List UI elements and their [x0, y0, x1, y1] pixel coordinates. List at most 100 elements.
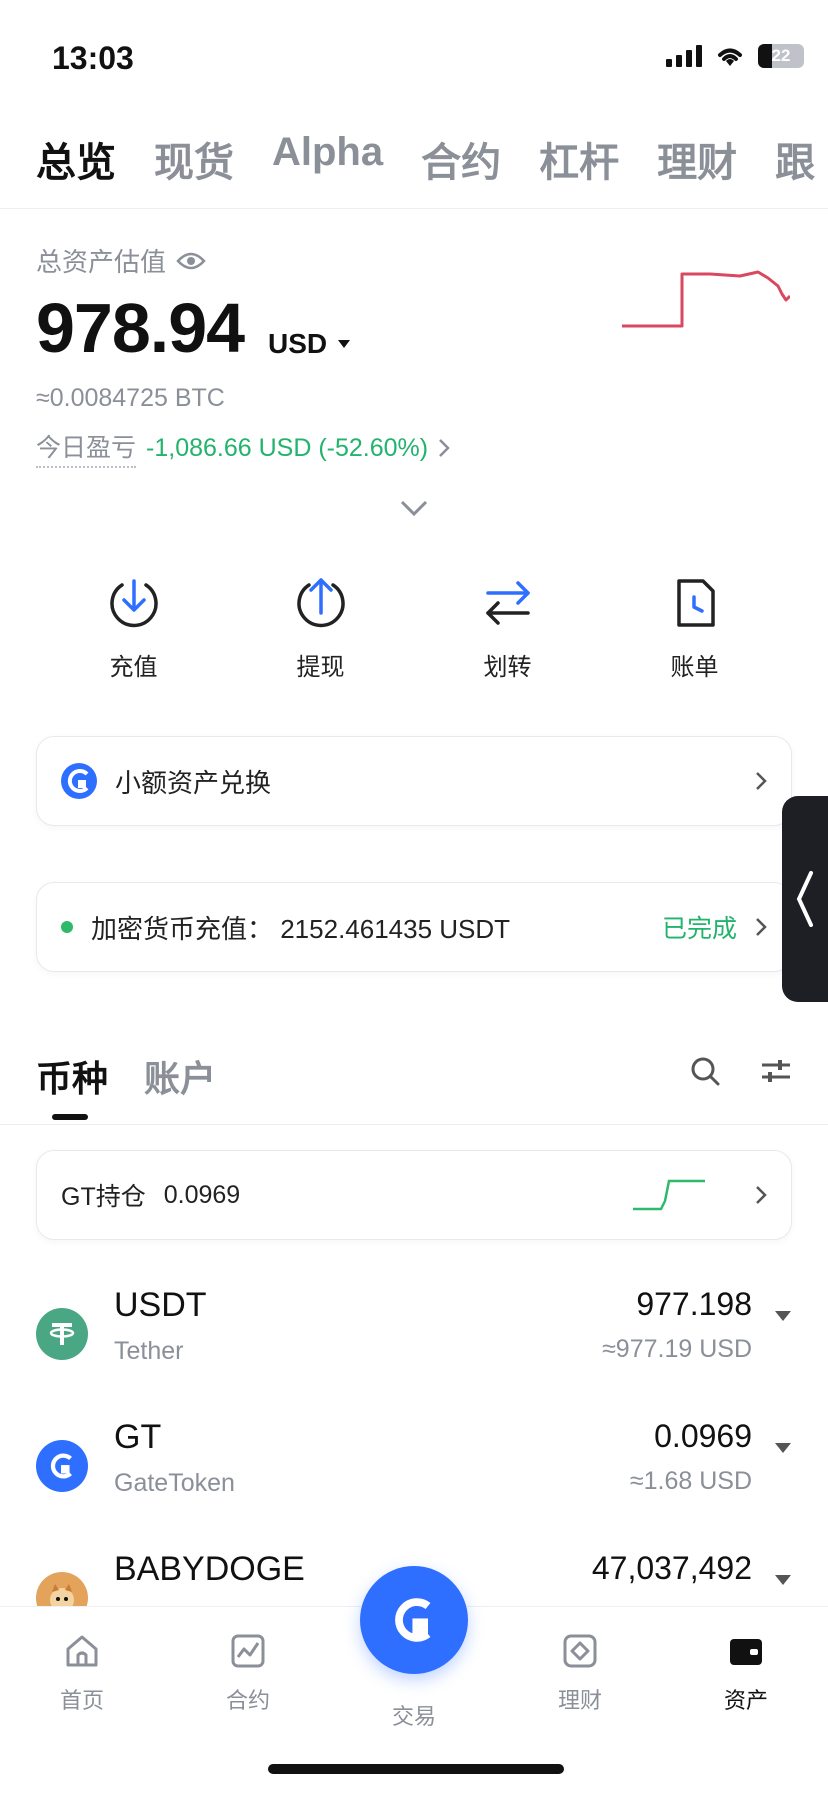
coin-name: GateToken [114, 1469, 235, 1497]
gate-logo-icon [61, 763, 97, 799]
upload-circle-icon [296, 578, 345, 628]
top-tabs: 总览 现货 Alpha 合约 杠杆 理财 跟 [0, 130, 828, 210]
transfer-label: 划转 [483, 654, 532, 681]
divider [0, 1124, 828, 1125]
currency-selector[interactable]: USD [268, 328, 351, 360]
section-tools [690, 1056, 792, 1086]
asset-title-label: 总资产估值 [36, 247, 167, 277]
battery-level: 22 [771, 46, 791, 65]
coin-symbol: USDT [114, 1286, 207, 1324]
asset-trend-sparkline [622, 270, 790, 328]
tab-spot[interactable]: 现货 [154, 130, 234, 210]
gt-holding-sparkline [633, 1179, 705, 1211]
bill-label: 账单 [670, 654, 719, 681]
coin-usd-value: ≈977.19 USD [602, 1335, 752, 1363]
coin-name: Tether [114, 1337, 184, 1365]
home-icon [66, 1635, 98, 1667]
chevron-right-icon [756, 918, 767, 936]
transfer-arrows-icon [485, 581, 530, 625]
gt-holding-card[interactable]: GT持仓 0.0969 [36, 1150, 792, 1240]
deposit-button[interactable]: 充值 [64, 575, 204, 682]
search-icon[interactable] [690, 1056, 720, 1086]
tab-coins[interactable]: 币种 [36, 1050, 108, 1102]
quick-actions: 充值 提现 划转 账单 [0, 575, 828, 682]
asset-value: 978.94 [36, 289, 245, 367]
chevron-right-icon [756, 772, 767, 790]
caret-down-icon[interactable] [774, 1574, 792, 1586]
transfer-button[interactable]: 划转 [438, 575, 578, 682]
tab-futures[interactable]: 合约 [421, 130, 501, 210]
coin-amount: 0.0969 [654, 1418, 752, 1454]
tab-margin[interactable]: 杠杆 [539, 130, 619, 210]
gt-holding-value: 0.0969 [163, 1180, 241, 1209]
tab-earn-nav[interactable]: 理财 [525, 1631, 635, 1715]
earn-icon [563, 1634, 597, 1668]
gate-logo-icon [395, 1598, 431, 1642]
tab-earn[interactable]: 理财 [657, 130, 737, 210]
caret-down-icon [338, 340, 351, 348]
tab-copy[interactable]: 跟 [775, 130, 815, 210]
bill-button[interactable]: 账单 [625, 575, 765, 682]
tab-overview[interactable]: 总览 [36, 130, 116, 210]
tab-assets[interactable]: 资产 [691, 1631, 801, 1715]
home-indicator [268, 1764, 564, 1774]
side-drawer-handle[interactable] [782, 796, 828, 1002]
wallet-icon [730, 1639, 762, 1665]
pnl-label: 今日盈亏 [36, 428, 137, 468]
tether-icon [36, 1308, 88, 1360]
wifi-icon [718, 48, 742, 66]
pnl-value: -1,086.66 USD (-52.60%) [146, 433, 429, 462]
coin-usd-value: ≈1.68 USD [629, 1467, 752, 1495]
deposit-label: 充值 [109, 654, 158, 681]
coin-amount: 977.198 [636, 1286, 752, 1322]
chevron-right-icon [439, 439, 450, 457]
gatetoken-icon [36, 1440, 88, 1492]
coin-amount: 47,037,492 [591, 1550, 752, 1586]
coin-symbol: BABYDOGE [114, 1550, 305, 1588]
status-icons: 22 [666, 44, 804, 68]
eye-icon[interactable] [176, 251, 206, 271]
withdraw-button[interactable]: 提现 [251, 575, 391, 682]
status-time: 13:03 [52, 40, 134, 76]
battery-icon: 22 [758, 44, 804, 68]
gt-holding-label: GT持仓 [61, 1183, 146, 1211]
small-asset-convert-card[interactable]: 小额资产兑换 [36, 736, 792, 826]
trade-button[interactable] [360, 1566, 468, 1674]
deposit-completed-badge: 已完成 [661, 915, 737, 943]
expand-chevron-icon[interactable] [400, 500, 428, 516]
signal-icon [666, 45, 702, 67]
bill-clock-icon [676, 579, 715, 627]
tab-home-label: 首页 [59, 1688, 104, 1713]
download-circle-icon [109, 579, 158, 628]
tab-alpha[interactable]: Alpha [272, 130, 383, 210]
coin-row-usdt[interactable]: USDT Tether 977.198 ≈977.19 USD [36, 1286, 792, 1396]
tab-futures-label: 合约 [225, 1688, 270, 1713]
tab-earn-label: 理财 [557, 1688, 602, 1713]
asset-title: 总资产估值 [36, 242, 206, 279]
caret-down-icon[interactable] [774, 1310, 792, 1322]
chart-box-icon [231, 1634, 265, 1668]
caret-down-icon[interactable] [774, 1442, 792, 1454]
divider [0, 208, 828, 209]
tab-accounts[interactable]: 账户 [144, 1050, 216, 1102]
filter-sliders-icon[interactable] [760, 1056, 792, 1086]
coin-row-gt[interactable]: GT GateToken 0.0969 ≈1.68 USD [36, 1418, 792, 1528]
asset-btc: ≈0.0084725 BTC [36, 384, 225, 412]
active-tab-indicator [52, 1114, 88, 1120]
currency-label: USD [268, 328, 328, 359]
chevron-left-icon [796, 871, 813, 927]
tab-futures-nav[interactable]: 合约 [193, 1631, 303, 1715]
tab-trade[interactable]: 交易 [359, 1699, 469, 1731]
deposit-status-text: 加密货币充值： 2152.461435 USDT [91, 913, 511, 944]
section-tabs: 币种 账户 [36, 1050, 216, 1102]
coin-symbol: GT [114, 1418, 162, 1456]
tab-assets-label: 资产 [723, 1688, 768, 1713]
withdraw-label: 提现 [296, 654, 345, 681]
pnl-row[interactable]: 今日盈亏 -1,086.66 USD (-52.60%) [36, 428, 450, 468]
chevron-right-icon [756, 1186, 767, 1204]
tab-home[interactable]: 首页 [27, 1631, 137, 1715]
deposit-status-card[interactable]: 加密货币充值： 2152.461435 USDT 已完成 [36, 882, 792, 972]
status-dot [61, 921, 73, 933]
small-asset-convert-label: 小额资产兑换 [115, 767, 272, 798]
tab-trade-label: 交易 [391, 1704, 436, 1729]
